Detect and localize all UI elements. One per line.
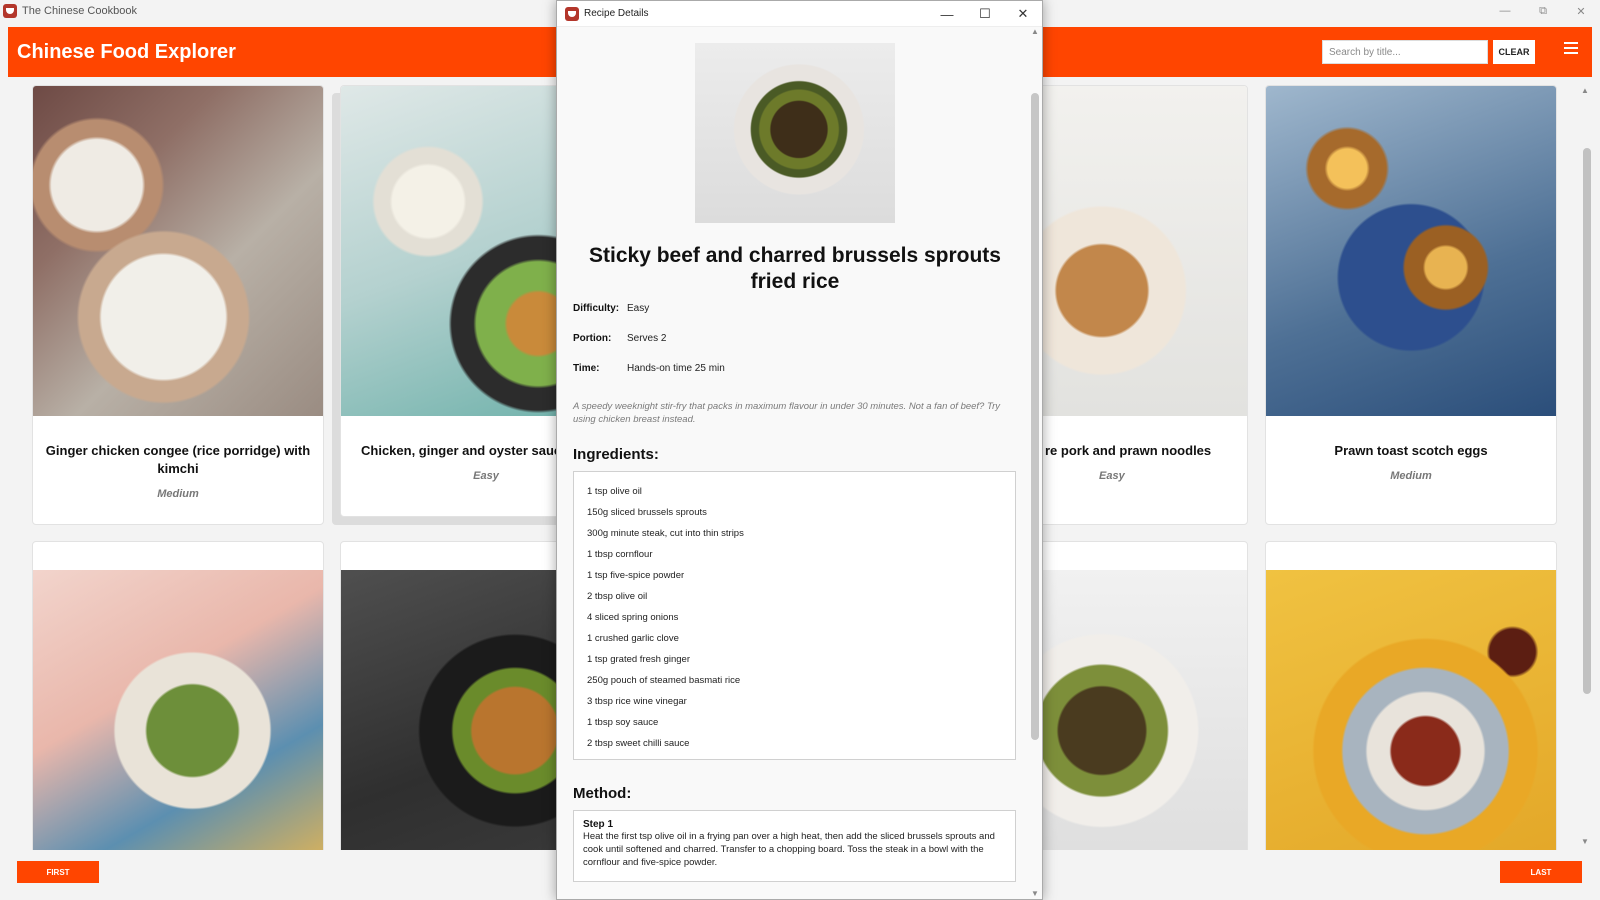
step-heading: Step 1 [583, 819, 614, 830]
dialog-window-controls: — ☐ ✕ [928, 1, 1042, 27]
ingredient-item: 150g sliced brussels sprouts [587, 507, 707, 518]
recipe-card-difficulty: Medium [1390, 470, 1432, 482]
ingredient-item: 1 crushed garlic clove [587, 633, 679, 644]
scroll-up-icon[interactable]: ▲ [1581, 86, 1589, 95]
ingredient-item: 3 tbsp rice wine vinegar [587, 696, 687, 707]
close-icon[interactable]: ✕ [1004, 1, 1042, 27]
time-label: Time: [573, 363, 600, 374]
scroll-down-icon[interactable]: ▼ [1581, 837, 1589, 846]
recipe-card-title: Prawn toast scotch eggs [1334, 443, 1488, 458]
recipe-image [1266, 86, 1556, 416]
recipe-title: Sticky beef and charred brussels sprouts… [589, 244, 1001, 293]
minimize-icon[interactable]: — [1486, 0, 1524, 22]
close-icon[interactable]: ✕ [1562, 0, 1600, 22]
first-page-button[interactable]: FIRST [17, 861, 99, 883]
recipe-image [1266, 570, 1556, 850]
recipe-details-dialog: Recipe Details — ☐ ✕ Sticky beef and cha… [556, 0, 1043, 900]
recipe-card-title: re pork and prawn noodles [1045, 443, 1212, 458]
portion-row: Portion: Serves 2 [573, 333, 666, 344]
scroll-down-icon[interactable]: ▼ [1031, 889, 1039, 898]
ingredients-list: 1 tsp olive oil 150g sliced brussels spr… [573, 471, 1016, 760]
ingredient-item: 1 tsp grated fresh ginger [587, 654, 690, 665]
recipe-card[interactable]: Prawn toast scotch eggs Medium [1265, 85, 1557, 525]
last-page-button[interactable]: LAST [1500, 861, 1582, 883]
step-text: Heat the first tsp olive oil in a frying… [583, 831, 995, 868]
ingredient-item: 250g pouch of steamed basmati rice [587, 675, 741, 686]
dialog-app-icon [565, 6, 579, 21]
recipe-card[interactable] [32, 541, 324, 850]
dialog-scrollbar-thumb[interactable] [1031, 93, 1039, 740]
time-value: Hands-on time 25 min [627, 363, 725, 374]
recipe-card[interactable] [1265, 541, 1557, 850]
recipe-card[interactable]: Ginger chicken congee (rice porridge) wi… [32, 85, 324, 525]
difficulty-row: Difficulty: Easy [573, 303, 649, 314]
app-title: Chinese Food Explorer [17, 40, 236, 63]
dialog-content: Sticky beef and charred brussels sprouts… [557, 27, 1027, 899]
search-input[interactable] [1322, 40, 1488, 64]
maximize-icon[interactable]: ⧉ [1524, 0, 1562, 22]
scroll-up-icon[interactable]: ▲ [1031, 27, 1039, 36]
ingredient-item: 1 tbsp cornflour [587, 549, 653, 560]
main-scrollbar[interactable]: ▲ ▼ [1579, 86, 1593, 850]
recipe-card-title: Ginger chicken congee (rice porridge) wi… [45, 443, 311, 476]
dialog-titlebar: Recipe Details — ☐ ✕ [557, 1, 1042, 27]
dialog-title: Recipe Details [584, 8, 649, 19]
method-step: Step 1 Heat the first tsp olive oil in a… [573, 810, 1016, 882]
recipe-card-difficulty: Easy [1099, 470, 1125, 482]
recipe-image [695, 43, 895, 223]
ingredient-item: 4 sliced spring onions [587, 612, 679, 623]
ingredient-item: 2 tbsp sweet chilli sauce [587, 738, 690, 749]
main-scrollbar-thumb[interactable] [1583, 148, 1591, 694]
recipe-image [33, 86, 323, 416]
main-window-title: The Chinese Cookbook [22, 5, 137, 17]
ingredient-item: 1 tsp olive oil [587, 486, 642, 497]
ingredient-item: 1 tbsp soy sauce [587, 717, 659, 728]
difficulty-label: Difficulty: [573, 303, 620, 314]
minimize-icon[interactable]: — [928, 1, 966, 27]
maximize-icon[interactable]: ☐ [966, 1, 1004, 27]
hamburger-menu-icon[interactable] [1564, 42, 1578, 54]
main-window-controls: — ⧉ ✕ [1486, 0, 1600, 22]
recipe-description: A speedy weeknight stir-fry that packs i… [573, 401, 1000, 425]
portion-label: Portion: [573, 333, 612, 344]
recipe-card-difficulty: Medium [157, 488, 199, 500]
dialog-scrollbar[interactable]: ▲ ▼ [1028, 27, 1042, 899]
ingredient-item: 2 tbsp olive oil [587, 591, 648, 602]
ingredients-heading: Ingredients: [573, 446, 659, 463]
method-heading: Method: [573, 785, 632, 802]
time-row: Time: Hands-on time 25 min [573, 363, 725, 374]
difficulty-value: Easy [627, 303, 650, 314]
portion-value: Serves 2 [627, 333, 667, 344]
recipe-image [33, 570, 323, 850]
ingredient-item: 1 tsp five-spice powder [587, 570, 685, 581]
app-icon [3, 4, 17, 18]
clear-button[interactable]: CLEAR [1493, 40, 1535, 64]
ingredient-item: 300g minute steak, cut into thin strips [587, 528, 744, 539]
